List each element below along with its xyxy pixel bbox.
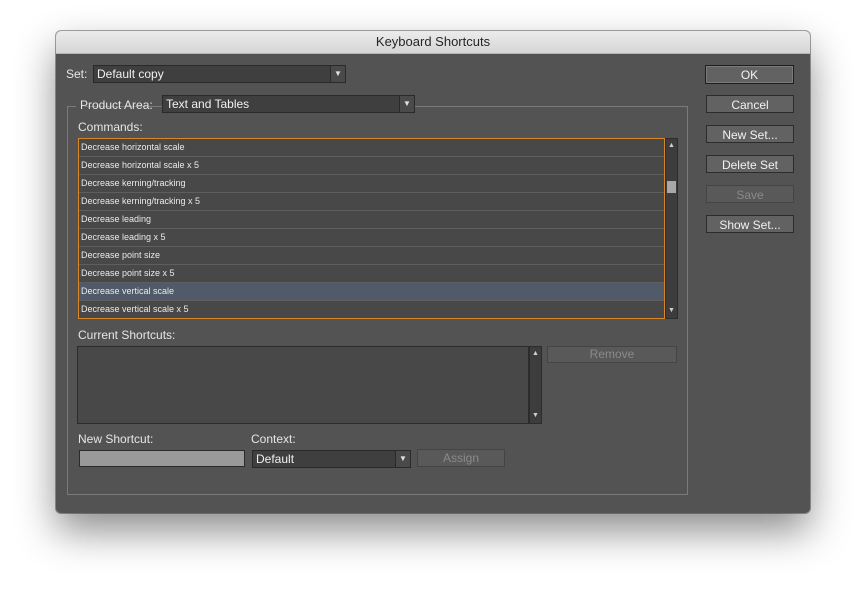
- ok-button[interactable]: OK: [705, 65, 794, 84]
- product-area-header: Product Area:: [76, 95, 153, 115]
- scroll-up-icon[interactable]: ▲: [666, 140, 677, 152]
- scroll-down-icon[interactable]: ▼: [666, 305, 677, 317]
- list-item-selected[interactable]: Decrease vertical scale: [79, 283, 664, 301]
- chevron-down-icon: ▼: [395, 451, 410, 467]
- list-item[interactable]: Decrease leading x 5: [79, 229, 664, 247]
- list-item[interactable]: Decrease point size: [79, 247, 664, 265]
- show-set-button[interactable]: Show Set...: [706, 215, 794, 233]
- context-label: Context:: [251, 432, 296, 446]
- list-item[interactable]: Decrease vertical scale x 5: [79, 301, 664, 318]
- assign-button[interactable]: Assign: [417, 449, 505, 467]
- commands-label: Commands:: [78, 120, 143, 134]
- context-dropdown[interactable]: Default ▼: [252, 450, 411, 468]
- list-item[interactable]: Decrease kerning/tracking x 5: [79, 193, 664, 211]
- current-shortcuts-label: Current Shortcuts:: [78, 328, 176, 342]
- product-area-value: Text and Tables: [166, 97, 250, 111]
- delete-set-button[interactable]: Delete Set: [706, 155, 794, 173]
- scroll-down-icon[interactable]: ▼: [530, 410, 541, 422]
- new-shortcut-label: New Shortcut:: [78, 432, 154, 446]
- list-item[interactable]: Decrease kerning/tracking: [79, 175, 664, 193]
- product-area-label: Product Area:: [80, 98, 153, 112]
- chevron-down-icon: ▼: [399, 96, 414, 112]
- set-value: Default copy: [97, 67, 164, 81]
- window-title: Keyboard Shortcuts: [56, 31, 810, 54]
- list-item[interactable]: Decrease point size x 5: [79, 265, 664, 283]
- scroll-up-icon[interactable]: ▲: [530, 348, 541, 360]
- context-value: Default: [256, 452, 295, 466]
- current-shortcuts-scrollbar[interactable]: ▲ ▼: [529, 346, 542, 424]
- remove-button[interactable]: Remove: [547, 346, 677, 363]
- set-label: Set:: [66, 67, 88, 81]
- keyboard-shortcuts-dialog: Keyboard Shortcuts Set: Default copy ▼ P…: [56, 31, 810, 513]
- current-shortcuts-list[interactable]: [77, 346, 529, 424]
- product-area-dropdown[interactable]: Text and Tables ▼: [162, 95, 415, 113]
- new-set-button[interactable]: New Set...: [706, 125, 794, 143]
- list-item[interactable]: Decrease leading: [79, 211, 664, 229]
- cancel-button[interactable]: Cancel: [706, 95, 794, 113]
- commands-scrollbar[interactable]: ▲ ▼: [665, 138, 678, 319]
- list-item[interactable]: Decrease horizontal scale x 5: [79, 157, 664, 175]
- set-dropdown[interactable]: Default copy ▼: [93, 65, 346, 83]
- list-item[interactable]: Decrease horizontal scale: [79, 139, 664, 157]
- scroll-thumb[interactable]: [667, 181, 676, 193]
- chevron-down-icon: ▼: [330, 66, 345, 82]
- save-button[interactable]: Save: [706, 185, 794, 203]
- commands-list[interactable]: Decrease horizontal scale Decrease horiz…: [78, 138, 665, 319]
- new-shortcut-field[interactable]: [79, 450, 245, 467]
